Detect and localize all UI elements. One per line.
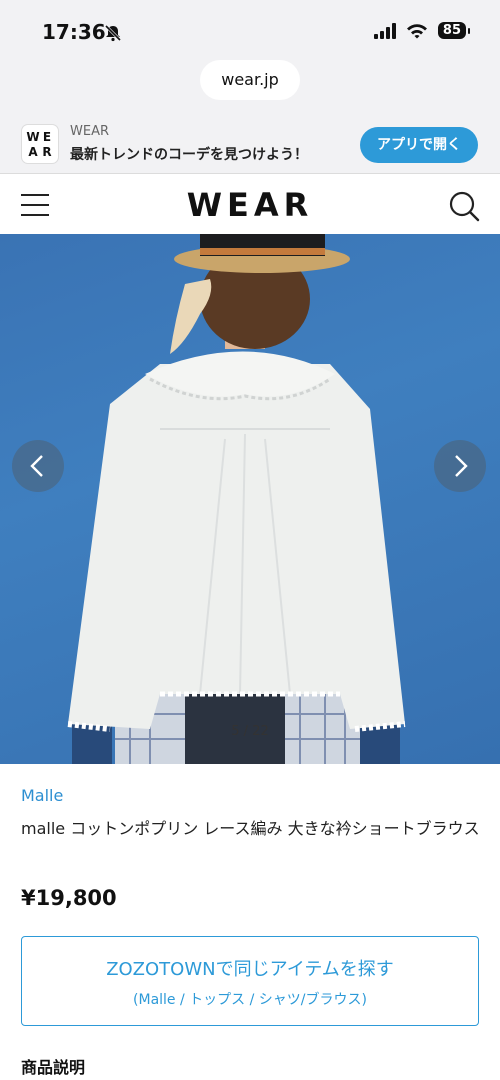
product-title: malle コットンポプリン レース編み 大きな衿ショートブラウス bbox=[21, 819, 480, 838]
search-zozotown-button[interactable]: ZOZOTOWNで同じアイテムを探す (Malle / トップス / シャツ/ブ… bbox=[21, 936, 479, 1026]
zozotown-button-category: (Malle / トップス / シャツ/ブラウス) bbox=[133, 992, 367, 1008]
image-counter: 5 / 22 bbox=[231, 724, 269, 739]
site-logo[interactable]: WEAR bbox=[0, 186, 500, 224]
product-price: ¥19,800 bbox=[21, 886, 117, 910]
chevron-right-icon bbox=[455, 455, 468, 477]
product-photo bbox=[67, 234, 406, 764]
previous-image-button[interactable] bbox=[12, 440, 64, 492]
status-bar: 17:36 85 wear.jp bbox=[0, 0, 500, 116]
zozotown-button-label: ZOZOTOWNで同じアイテムを探す bbox=[106, 959, 394, 980]
product-description-heading: 商品説明 bbox=[21, 1058, 86, 1077]
app-name: WEAR bbox=[70, 124, 109, 139]
address-bar[interactable]: wear.jp bbox=[200, 60, 300, 100]
next-image-button[interactable] bbox=[434, 440, 486, 492]
app-install-banner: W E A R WEAR 最新トレンドのコーデを見つけよう！ アプリで開く bbox=[0, 116, 500, 174]
status-time: 17:36 bbox=[42, 20, 106, 44]
product-image-gallery[interactable]: 5 / 22 bbox=[0, 234, 500, 764]
wear-app-logo: W E A R bbox=[21, 124, 59, 164]
search-icon[interactable] bbox=[448, 190, 480, 222]
wifi-icon bbox=[406, 23, 427, 38]
cellular-signal-icon bbox=[373, 22, 396, 39]
brand-link[interactable]: Malle bbox=[21, 786, 63, 805]
site-header: WEAR bbox=[0, 174, 500, 234]
open-in-app-button[interactable]: アプリで開く bbox=[360, 127, 478, 163]
app-tagline: 最新トレンドのコーデを見つけよう！ bbox=[70, 147, 308, 163]
chevron-left-icon bbox=[30, 455, 43, 477]
bell-off-icon bbox=[104, 24, 122, 42]
battery-indicator: 85 bbox=[437, 22, 471, 39]
